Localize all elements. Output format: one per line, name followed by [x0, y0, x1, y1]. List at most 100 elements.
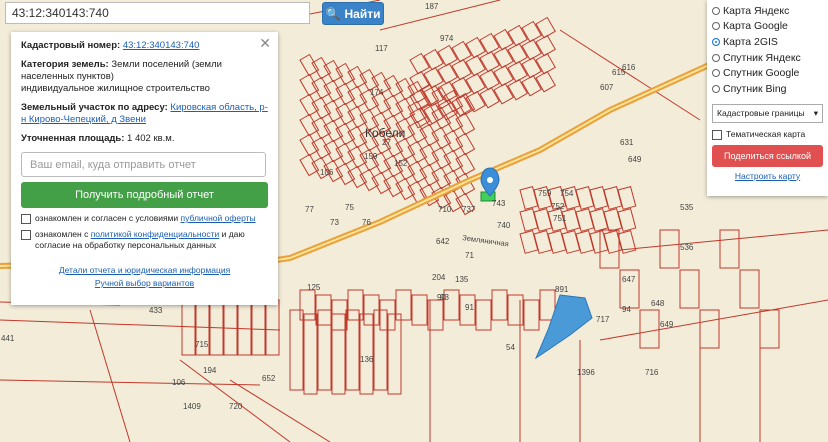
parcel-number: 441	[1, 334, 15, 343]
parcel-number: 716	[645, 368, 659, 377]
map-type-label: Карта Google	[723, 20, 788, 33]
share-button[interactable]: Поделиться ссылкой	[712, 144, 823, 167]
offer-checkbox[interactable]	[21, 214, 31, 224]
map-type-label: Спутник Яндекс	[723, 51, 801, 64]
parcel-number: 535	[680, 203, 694, 212]
parcel-number: 652	[262, 374, 276, 383]
chevron-down-icon: ▾	[813, 107, 818, 118]
overlay-select-value: Кадастровые границы	[717, 108, 805, 119]
close-icon[interactable]: ✕	[259, 35, 271, 52]
privacy-checkbox[interactable]	[21, 230, 31, 240]
parcel-number: 740	[497, 221, 511, 230]
search-icon: 🔍	[325, 6, 341, 21]
manual-link[interactable]: Ручной выбор вариантов	[95, 278, 194, 288]
parcel-number: 631	[620, 138, 634, 147]
radio-button[interactable]	[712, 6, 720, 15]
parcel-number: 152	[394, 159, 408, 168]
overlay-select[interactable]: Кадастровые границы ▾	[712, 103, 823, 123]
map-type-option[interactable]: Спутник Bing	[712, 81, 823, 97]
parcel-number: 90	[437, 293, 446, 302]
parcel-number: 54	[506, 343, 515, 352]
privacy-link[interactable]: политикой конфиденциальности	[91, 229, 220, 239]
area-row: Уточненная площадь: 1 402 кв.м.	[21, 133, 268, 145]
category-label: Категория земель:	[21, 59, 109, 70]
parcel-number: 752	[551, 202, 565, 211]
radio-button[interactable]	[712, 69, 720, 78]
parcel-number: 174	[370, 88, 384, 97]
parcel-number: 649	[660, 320, 674, 329]
parcel-number: 536	[680, 243, 694, 252]
parcel-number: 433	[149, 306, 163, 315]
parcel-number: 649	[628, 155, 642, 164]
parcel-number: 77	[305, 205, 314, 214]
parcel-info-panel: ✕ Кадастровый номер: 43:12:340143:740 Ка…	[11, 32, 278, 305]
cadastral-row: Кадастровый номер: 43:12:340143:740	[21, 40, 268, 52]
parcel-number: 187	[425, 2, 439, 11]
parcel-number: 73	[330, 218, 339, 227]
search-button-label: Найти	[344, 6, 381, 21]
email-field[interactable]: Ваш email, куда отправить отчет	[21, 152, 266, 177]
thematic-checkbox[interactable]	[712, 129, 722, 140]
parcel-number: 754	[560, 189, 574, 198]
map-type-label: Спутник Bing	[723, 82, 787, 95]
parcel-number: 743	[492, 199, 506, 208]
map-type-option[interactable]: Карта 2GIS	[712, 34, 823, 50]
parcel-number: 720	[229, 402, 243, 411]
offer-agreement: ознакомлен и согласен с условиями публич…	[21, 213, 268, 224]
radio-button[interactable]	[712, 37, 720, 46]
parcel-number: 106	[172, 378, 186, 387]
parcel-number: 715	[195, 340, 209, 349]
parcel-number: 1409	[183, 402, 201, 411]
radio-button[interactable]	[712, 22, 720, 31]
privacy-agreement: ознакомлен с политикой конфиденциальност…	[21, 229, 268, 251]
map-type-option[interactable]: Карта Google	[712, 19, 823, 35]
map-type-option[interactable]: Спутник Яндекс	[712, 50, 823, 66]
parcel-number: 710	[438, 205, 452, 214]
privacy-text: ознакомлен с	[35, 229, 91, 239]
thematic-label: Тематическая карта	[726, 129, 806, 140]
parcel-number: 737	[462, 205, 476, 214]
search-bar: 43:12:340143:740 🔍 Найти	[5, 2, 384, 25]
parcel-number: 974	[440, 34, 454, 43]
parcel-number: 194	[203, 366, 217, 375]
map-type-label: Спутник Google	[723, 67, 800, 80]
parcel-number: 1396	[577, 368, 595, 377]
radio-button[interactable]	[712, 84, 720, 93]
parcel-number: 642	[436, 237, 450, 246]
radio-button[interactable]	[712, 53, 720, 62]
parcel-number: 159	[364, 152, 378, 161]
map-type-label: Карта Яндекс	[723, 4, 790, 17]
parcel-number: 607	[600, 83, 614, 92]
configure-link[interactable]: Настроить карту	[735, 171, 800, 181]
get-report-button[interactable]: Получить подробный отчет	[21, 182, 268, 208]
parcel-number: 27	[382, 138, 391, 147]
layers-panel: Карта Яндекс Карта Google Карта 2GIS Спутни…	[707, 0, 828, 196]
category-row: Категория земель: Земли поселений (земли…	[21, 59, 268, 95]
offer-link[interactable]: публичной оферты	[181, 213, 256, 223]
parcel-number: 91	[465, 303, 474, 312]
parcel-number: 616	[622, 63, 636, 72]
parcel-number: 125	[307, 283, 321, 292]
cadastral-link[interactable]: 43:12:340143:740	[123, 40, 200, 51]
parcel-number: 106	[320, 168, 334, 177]
parcel-number: 717	[596, 315, 610, 324]
map-type-list: Карта Яндекс Карта Google Карта 2GIS Спутни…	[712, 3, 823, 97]
parcel-number: 76	[362, 218, 371, 227]
usage-value: индивидуальное жилищное строительство	[21, 83, 210, 94]
details-link[interactable]: Детали отчета и юридическая информация	[59, 265, 230, 275]
map-type-option[interactable]: Карта Яндекс	[712, 3, 823, 19]
map-type-label: Карта 2GIS	[723, 35, 778, 48]
search-input[interactable]: 43:12:340143:740	[5, 2, 310, 24]
map-type-option[interactable]: Спутник Google	[712, 65, 823, 81]
parcel-number: 751	[553, 214, 567, 223]
parcel-number: 75	[345, 203, 354, 212]
parcel-number: 117	[375, 44, 388, 53]
cadastral-label: Кадастровый номер:	[21, 40, 121, 51]
parcel-number: 136	[360, 355, 374, 364]
address-row: Земельный участок по адресу: Кировская о…	[21, 102, 268, 126]
offer-text: ознакомлен и согласен с условиями	[35, 213, 181, 223]
thematic-toggle[interactable]: Тематическая карта	[712, 129, 823, 140]
parcel-number: 648	[651, 299, 665, 308]
area-value: 1 402 кв.м.	[127, 133, 175, 144]
search-button[interactable]: 🔍 Найти	[322, 2, 384, 25]
